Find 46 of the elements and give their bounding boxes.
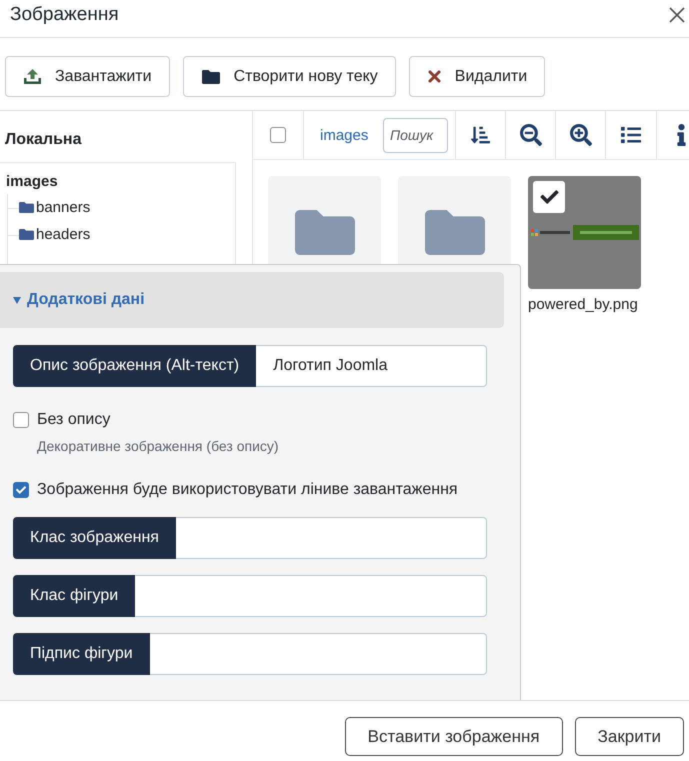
checkbox-label[interactable]: Зображення буде використовувати ліниве завантаження [37, 480, 458, 500]
input-field[interactable] [135, 575, 487, 617]
select-all-checkbox[interactable] [270, 127, 286, 143]
image-thumbnail[interactable] [528, 176, 641, 289]
close-button[interactable]: Закрити [574, 717, 684, 756]
search-field[interactable]: Пошук [383, 118, 448, 152]
delete-button[interactable]: Видалити [408, 56, 546, 97]
zoom-out-icon[interactable] [520, 124, 542, 146]
breadcrumb-link[interactable]: images [320, 126, 368, 144]
checkbox[interactable] [13, 482, 29, 498]
insert-button[interactable]: Вставити зображення [344, 717, 563, 756]
check-icon [538, 188, 560, 206]
list-view-icon[interactable] [620, 125, 642, 145]
input-field[interactable] [176, 517, 487, 559]
caret-icon [13, 296, 21, 304]
section-toggle[interactable]: Додаткові дані [0, 272, 504, 328]
new-folder-button[interactable]: Створити нову теку [182, 56, 396, 97]
pane-heading: Локальна [4, 130, 83, 149]
upload-icon [24, 69, 41, 84]
cross-icon [428, 70, 441, 83]
folder-icon [294, 210, 354, 255]
tree-item[interactable]: banners [19, 198, 90, 218]
select-checkbox[interactable] [533, 181, 565, 213]
close-icon[interactable] [669, 7, 685, 23]
window-title: Зображення [10, 4, 119, 26]
sort-icon[interactable] [471, 124, 490, 146]
upload-button[interactable]: Завантажити [5, 56, 170, 97]
folder-icon [202, 70, 220, 84]
tree-item[interactable]: images [6, 170, 58, 194]
alt-text-field[interactable]: Логотип Joomla [256, 345, 487, 387]
folder-icon [19, 202, 34, 213]
zoom-in-icon[interactable] [570, 124, 592, 146]
field-label: Опис зображення (Alt-текст) [13, 345, 256, 387]
info-icon[interactable] [677, 124, 686, 146]
folder-icon [424, 210, 484, 255]
input-field[interactable] [150, 633, 487, 675]
tree-item[interactable]: headers [19, 224, 90, 244]
checkbox[interactable] [13, 412, 29, 428]
file-name: powered_by.png [528, 296, 638, 314]
check-icon [16, 485, 26, 495]
field-label: Підпис фігури [13, 633, 150, 675]
field-label: Клас фігури [13, 575, 136, 617]
field-label: Клас зображення [13, 517, 176, 559]
hint-text: Декоративне зображення (без опису) [37, 437, 279, 455]
folder-icon [19, 229, 34, 240]
checkbox-label[interactable]: Без опису [37, 410, 110, 430]
